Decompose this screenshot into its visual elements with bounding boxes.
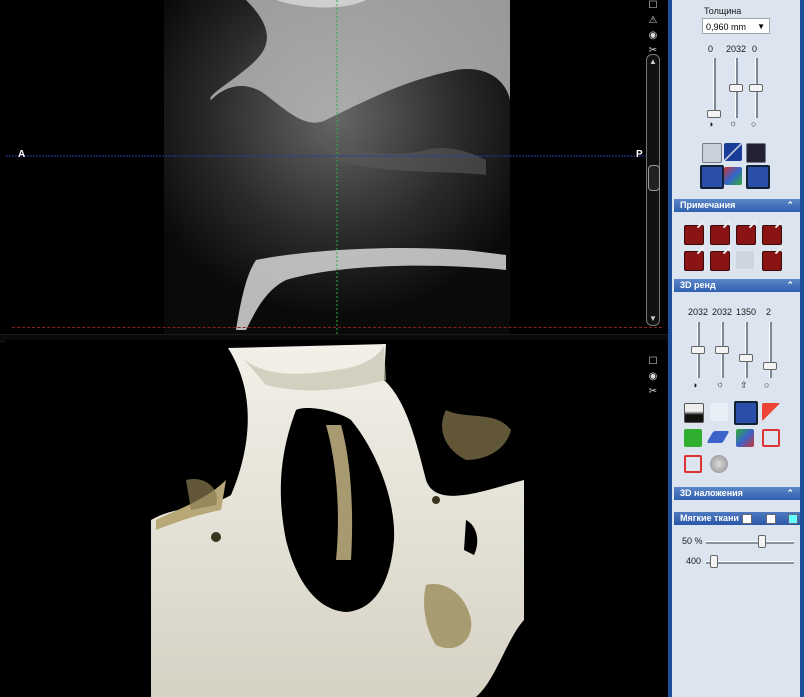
slice-scrollbar[interactable]: ▲ ▼ [646,54,660,326]
opacity-slider-track[interactable] [706,541,794,544]
cube-icon[interactable] [736,429,754,447]
contrast-slider-track[interactable] [713,58,716,118]
collapse-icon[interactable]: ⌃ [786,487,794,500]
sharpness-slider-knob[interactable] [749,84,763,92]
contrast-slider-knob[interactable] [707,110,721,118]
level-slider-knob[interactable] [710,555,719,568]
sagittal-view[interactable]: A P ☐ ⚠ ◉ ✂ ▲ ▼ [6,0,666,334]
text-box-icon[interactable] [710,225,730,245]
warning-icon[interactable]: ⚠ [649,15,658,27]
pan-icon[interactable] [702,143,722,163]
render-value-3: 1350 [736,307,757,317]
annotations-section-header[interactable]: Примечания ⌃ [674,199,800,212]
render-slider-3-track[interactable] [745,322,748,378]
bottom-view-toolbar: ☐ ◉ ✂ [646,356,660,398]
render-value-1: 2032 [688,307,709,317]
anterior-label: A [18,149,26,160]
soft-tissue-row: Мягкие ткани [674,512,800,525]
render-slider-3-knob[interactable] [739,354,753,362]
slider-value-3: 0 [752,44,758,54]
soft-tissue-color[interactable] [788,514,798,524]
brightness-slider-knob[interactable] [729,84,743,92]
bottom-ruler [12,327,662,334]
thickness-value: 0,960 mm [706,22,747,32]
disabled-tool-icon [736,251,754,269]
scissors-icon[interactable]: ✂ [649,386,657,398]
opacity-value: 50 % [682,536,703,546]
chevron-down-icon: ▼ [757,22,765,31]
arrow-note-icon[interactable] [736,225,756,245]
image-viewer: A P ☐ ⚠ ◉ ✂ ▲ ▼ ☐ ◉ ✂ [0,0,668,697]
sphere-icon[interactable] [710,455,728,473]
soft-tissue-toggle-1[interactable] [742,514,752,524]
line-note-icon[interactable] [762,225,782,245]
render-section-header[interactable]: 3D ренд ⌃ [674,279,800,292]
collapse-icon[interactable]: ⌃ [786,199,794,212]
measure-icon[interactable] [746,165,770,189]
opacity-slider-knob[interactable] [757,535,766,548]
level-value: 400 [686,556,702,566]
annotations-title: Примечания [680,200,736,210]
overlays-section-header[interactable]: 3D наложения ⌃ [674,487,800,500]
histogram-icon[interactable] [684,403,704,423]
red-plane-icon[interactable] [762,403,780,421]
slider-value-1: 0 [708,44,714,54]
hand-icon[interactable] [700,165,724,189]
camera-icon[interactable]: ◉ [649,30,658,42]
blue-plane-icon[interactable] [706,431,730,443]
box-clip-icon[interactable] [684,455,702,473]
box-outline-icon[interactable] [762,429,780,447]
window-level-icon[interactable] [724,143,742,161]
render-slider-2-knob[interactable] [715,346,729,354]
contrast-icon: ◑ [708,119,714,129]
collapse-icon[interactable]: ⌃ [786,279,794,292]
3d-bone-render-image [151,344,524,697]
camera-icon[interactable]: ◉ [649,371,658,383]
soft-tissue-label: Мягкие ткани [680,513,739,523]
erase-note-icon[interactable] [762,251,782,271]
text-note-icon[interactable] [684,225,704,245]
light-icon: ☼ [716,379,725,389]
crop-icon[interactable] [746,143,766,163]
level-slider-track[interactable] [706,561,794,564]
scroll-thumb[interactable] [648,165,660,191]
contrast-icon: ◑ [692,380,698,390]
slider-value-2: 2032 [726,44,747,54]
soft-tissue-toggle-2[interactable] [766,514,776,524]
render-value-4: 2 [766,307,772,317]
top-view-toolbar: ☐ ⚠ ◉ ✂ [646,0,660,57]
opacity-icon: ⇧ [740,380,748,390]
render-slider-1-knob[interactable] [691,346,705,354]
render-title: 3D ренд [680,280,716,290]
overlays-title: 3D наложения [680,488,743,498]
palette-icon[interactable] [724,167,742,185]
thickness-label: Толщина [704,6,742,16]
sagittal-slice-image [6,0,646,334]
brightness-icon: ☼ [729,118,738,128]
dot-icon: ○ [764,380,770,390]
green-plane-icon[interactable] [684,429,702,447]
right-sidebar: Толщина 0,960 mm ▼ 0 2032 0 ◑ ☼ ○ Примеч… [668,0,804,697]
thickness-dropdown[interactable]: 0,960 mm ▼ [702,18,770,34]
render-slider-4-knob[interactable] [763,362,777,370]
sidebar-panel: Толщина 0,960 mm ▼ 0 2032 0 ◑ ☼ ○ Примеч… [672,0,800,697]
scroll-down-icon[interactable]: ▼ [647,314,659,323]
light-source-icon[interactable] [710,403,728,421]
posterior-label: P [636,149,643,160]
scroll-up-icon[interactable]: ▲ [647,57,659,66]
clip-plane-icon[interactable] [734,401,758,425]
angle-icon[interactable] [710,251,730,271]
marker-icon[interactable] [684,251,704,271]
maximize-icon[interactable]: ☐ [649,356,658,368]
dot-icon: ○ [751,119,757,129]
render-value-2: 2032 [712,307,733,317]
volume-render-view[interactable]: ☐ ◉ ✂ [6,340,666,697]
maximize-icon[interactable]: ☐ [649,0,658,12]
